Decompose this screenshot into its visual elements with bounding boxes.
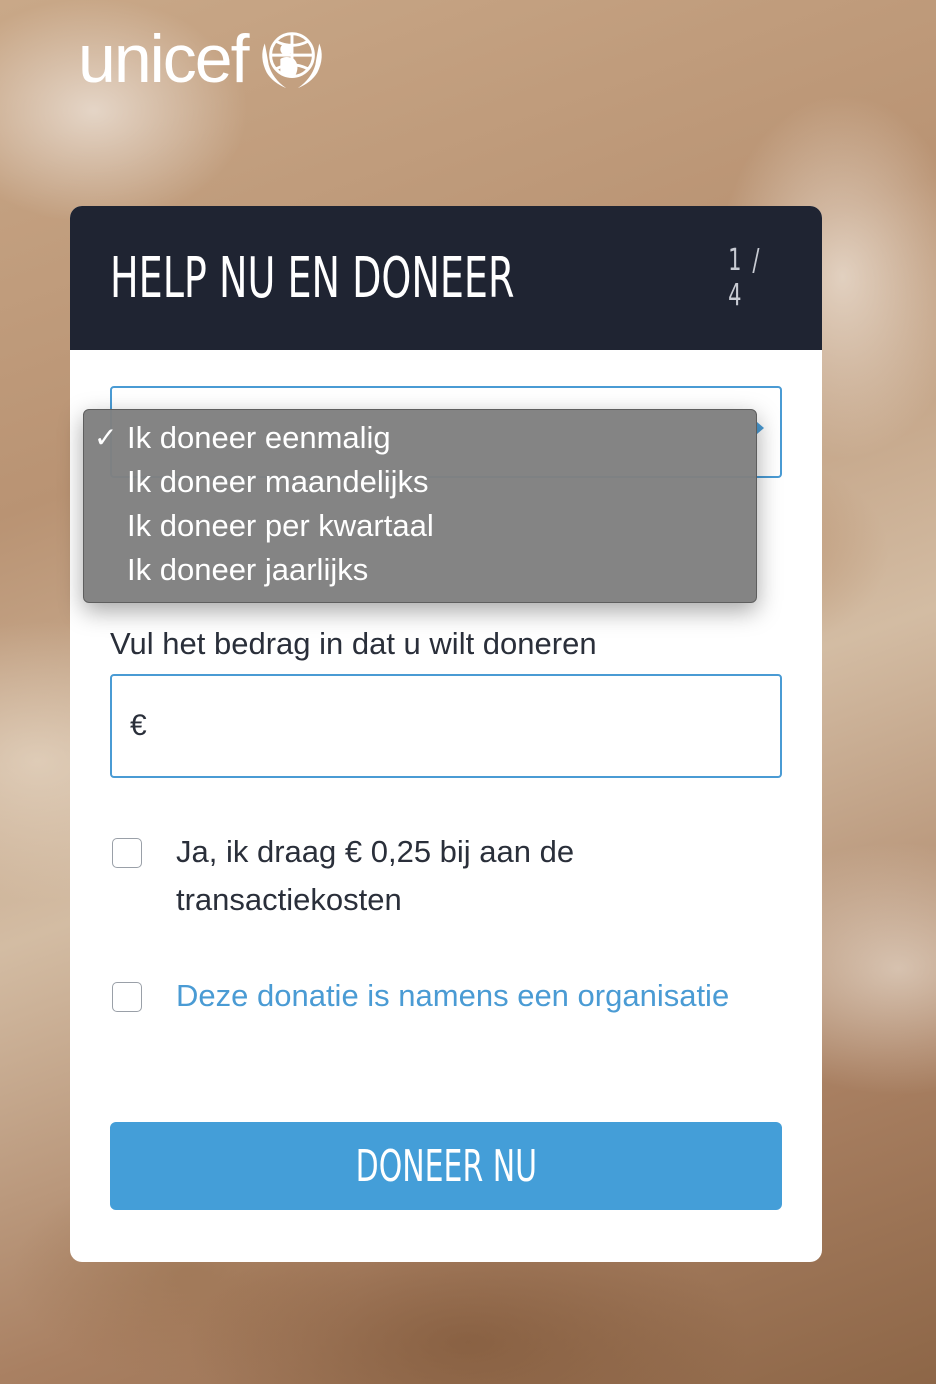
option-label: Ik doneer jaarlijks xyxy=(127,552,369,587)
dropdown-option-monthly[interactable]: Ik doneer maandelijks xyxy=(84,460,756,504)
amount-label: Vul het bedrag in dat u wilt doneren xyxy=(110,626,597,661)
dropdown-option-quarterly[interactable]: Ik doneer per kwartaal xyxy=(84,504,756,548)
frequency-dropdown-menu[interactable]: ✓ Ik doneer eenmalig Ik doneer maandelij… xyxy=(83,409,757,603)
donation-card: HELP NU EN DONEER 1 / 4 Vul het bedrag i… xyxy=(70,206,822,1262)
dropdown-option-yearly[interactable]: Ik doneer jaarlijks xyxy=(84,548,756,592)
select-arrow-icon xyxy=(757,422,764,434)
organisation-option[interactable]: Deze donatie is namens een organisatie xyxy=(112,978,732,1020)
checkmark-icon: ✓ xyxy=(94,422,118,453)
transaction-fee-option[interactable]: Ja, ik draag € 0,25 bij aan de transacti… xyxy=(112,834,732,924)
amount-input[interactable]: € xyxy=(110,674,782,778)
option-label: Ik doneer per kwartaal xyxy=(127,508,434,543)
transaction-fee-checkbox[interactable] xyxy=(112,838,142,868)
organisation-checkbox[interactable] xyxy=(112,982,142,1012)
step-indicator: 1 / 4 xyxy=(727,243,762,313)
option-label: Ik doneer eenmalig xyxy=(127,420,391,455)
option-label: Ik doneer maandelijks xyxy=(127,464,429,499)
card-title: HELP NU EN DONEER xyxy=(110,245,515,311)
dropdown-option-once[interactable]: ✓ Ik doneer eenmalig xyxy=(84,416,756,460)
card-header: HELP NU EN DONEER 1 / 4 xyxy=(70,206,822,350)
donate-button-label: DONEER NU xyxy=(355,1140,537,1192)
transaction-fee-label: Ja, ik draag € 0,25 bij aan de transacti… xyxy=(176,834,575,917)
organisation-label[interactable]: Deze donatie is namens een organisatie xyxy=(176,972,729,1020)
currency-symbol: € xyxy=(130,709,147,742)
logo-text: unicef xyxy=(78,21,249,97)
unicef-emblem-icon xyxy=(262,32,323,89)
donate-button[interactable]: DONEER NU xyxy=(110,1122,782,1210)
unicef-logo: unicef xyxy=(78,24,331,94)
